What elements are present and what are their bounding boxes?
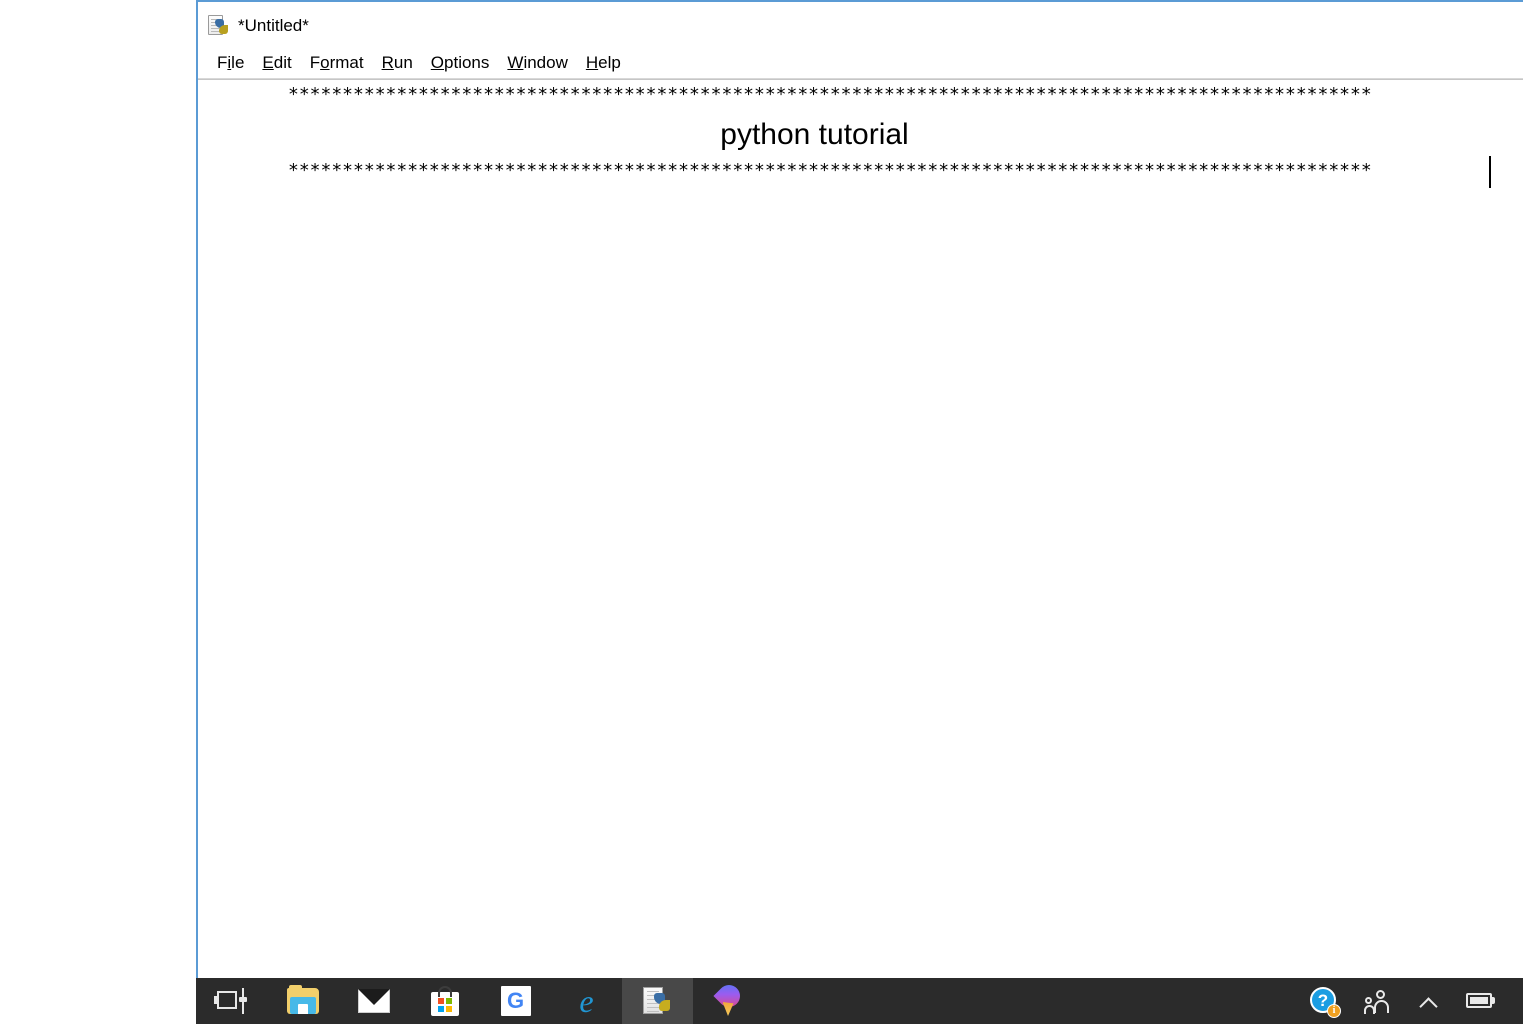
- asterisk-line-bottom: ****************************************…: [288, 160, 1372, 181]
- screen: *Untitled* File Edit Format Run Options …: [0, 0, 1523, 1024]
- paint-3d-icon: [712, 980, 745, 1017]
- menu-item-window[interactable]: Window: [498, 53, 576, 75]
- taskbar-button-paint-3d[interactable]: [693, 978, 764, 1024]
- menu-item-options[interactable]: Options: [422, 53, 499, 75]
- menu-item-help[interactable]: Help: [577, 53, 630, 75]
- asterisk-line-top: ****************************************…: [288, 84, 1372, 105]
- envelope-icon: [357, 989, 390, 1013]
- menu-item-run[interactable]: Run: [373, 53, 422, 75]
- taskbar-button-python-idle[interactable]: [622, 978, 693, 1024]
- system-tray: ? i: [1297, 978, 1523, 1024]
- idle-taskbar-icon: [642, 986, 673, 1016]
- taskbar-button-file-explorer[interactable]: [267, 978, 338, 1024]
- chevron-up-icon: [1418, 994, 1440, 1008]
- idle-editor-window: *Untitled* File Edit Format Run Options …: [196, 0, 1523, 978]
- taskbar-button-internet-explorer[interactable]: e: [551, 978, 622, 1024]
- tray-button-show-hidden-icons[interactable]: [1405, 978, 1453, 1024]
- tray-button-battery[interactable]: [1453, 978, 1509, 1024]
- desktop-background: [0, 0, 196, 978]
- editor-heading-text: python tutorial: [720, 118, 909, 151]
- people-icon: [1364, 989, 1392, 1014]
- editor-text-area[interactable]: ****************************************…: [198, 79, 1523, 978]
- taskbar-buttons: G e: [196, 978, 764, 1024]
- window-title: *Untitled*: [238, 16, 309, 35]
- google-g-glyph: G: [500, 986, 531, 1016]
- get-help-icon: ? i: [1310, 987, 1341, 1018]
- taskbar: G e ? i: [196, 978, 1523, 1024]
- task-view-icon: [213, 988, 247, 1014]
- google-g-icon: G: [500, 986, 531, 1016]
- menu-bar: File Edit Format Run Options Window Help: [198, 49, 1523, 79]
- menu-item-format[interactable]: Format: [301, 53, 373, 75]
- info-badge: i: [1327, 1004, 1341, 1018]
- shopping-bag-icon: [430, 986, 459, 1016]
- taskbar-button-google-chrome[interactable]: G: [480, 978, 551, 1024]
- taskbar-button-microsoft-store[interactable]: [409, 978, 480, 1024]
- internet-explorer-icon: e: [579, 983, 594, 1019]
- folder-icon: [286, 985, 319, 1014]
- menu-item-file[interactable]: File: [208, 53, 253, 75]
- taskbar-button-mail[interactable]: [338, 978, 409, 1024]
- tray-button-people[interactable]: [1351, 978, 1405, 1024]
- tray-button-get-help[interactable]: ? i: [1297, 978, 1351, 1024]
- title-bar[interactable]: *Untitled*: [198, 2, 1523, 49]
- idle-document-icon: [208, 14, 230, 38]
- text-caret: [1489, 156, 1491, 188]
- taskbar-button-task-view[interactable]: [196, 978, 267, 1024]
- menu-item-edit[interactable]: Edit: [253, 53, 300, 75]
- battery-icon: [1466, 992, 1496, 1010]
